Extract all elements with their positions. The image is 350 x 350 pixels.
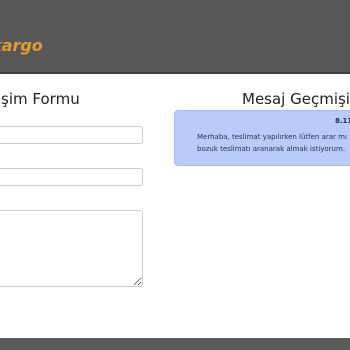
contact-form-title: tişim Formu — [0, 90, 80, 108]
brand-logo-text[interactable]: kargo — [0, 36, 43, 55]
message-date: 8.11. — [335, 117, 350, 125]
contact-form-field-2[interactable] — [0, 168, 143, 186]
contact-form-message-textarea[interactable] — [0, 210, 143, 287]
message-history-item: 8.11. Merhaba, teslimat yapılırken lütfe… — [174, 110, 350, 166]
contact-page: kargo tişim Formu Mesaj Geçmişi 8.11. Me… — [0, 0, 350, 350]
page-footer — [0, 338, 350, 350]
message-text-line-1: Merhaba, teslimat yapılırken lütfen arar… — [197, 133, 347, 141]
top-navigation-bar: kargo — [0, 0, 350, 74]
message-history-title: Mesaj Geçmişi — [242, 90, 350, 108]
contact-form-field-1[interactable] — [0, 126, 143, 144]
message-text-line-2: bozuk teslimatı aranarak almak istiyorum… — [197, 145, 346, 153]
